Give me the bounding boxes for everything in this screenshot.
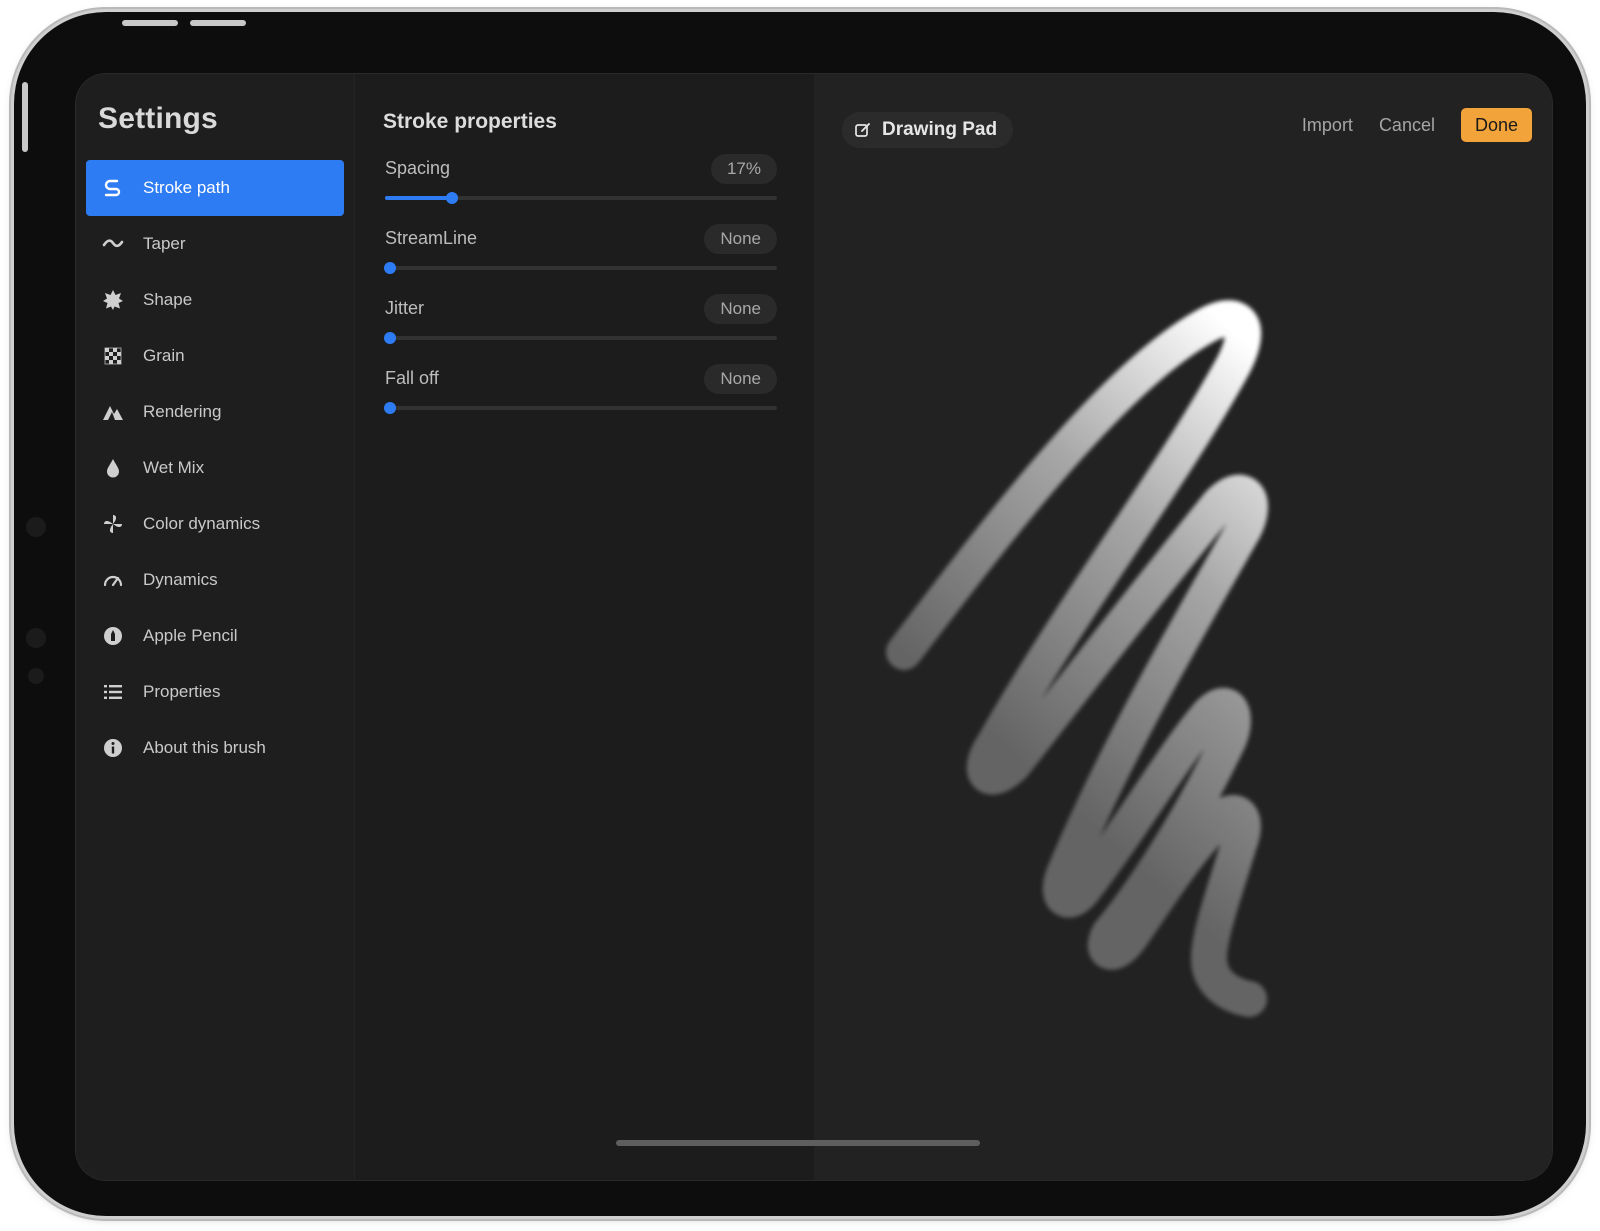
slider-thumb[interactable] xyxy=(445,192,458,204)
nav-item-label: Shape xyxy=(143,290,193,309)
nav-item-rendering[interactable]: Rendering xyxy=(86,384,344,440)
slider-label: Spacing xyxy=(385,158,451,178)
settings-nav: Stroke path Taper Shape Grain Rendering … xyxy=(86,160,344,776)
slider-value[interactable]: None xyxy=(704,364,777,394)
slider-label: StreamLine xyxy=(385,228,478,248)
brush-stroke-path xyxy=(886,300,1268,1017)
taper-icon xyxy=(102,233,124,255)
drawing-pad-title: Drawing Pad xyxy=(882,119,998,140)
home-indicator[interactable] xyxy=(616,1140,980,1146)
shape-icon xyxy=(102,289,124,311)
nav-item-label: Wet Mix xyxy=(143,458,205,477)
nav-item-apple-pencil[interactable]: Apple Pencil xyxy=(86,608,344,664)
nav-item-label: Taper xyxy=(143,234,186,253)
slider-thumb[interactable] xyxy=(383,262,396,274)
nav-item-color-dynamics[interactable]: Color dynamics xyxy=(86,496,344,552)
rendering-icon xyxy=(102,401,124,423)
brush-stroke-preview xyxy=(886,300,1268,1017)
nav-item-stroke-path[interactable]: Stroke path xyxy=(86,160,344,216)
slider-value[interactable]: 17% xyxy=(710,154,777,184)
stroke-properties-title: Stroke properties xyxy=(383,110,557,133)
bezel-sensor xyxy=(28,668,44,684)
nav-item-properties[interactable]: Properties xyxy=(86,664,344,720)
apple-pencil-icon xyxy=(102,625,124,647)
slider-label: Jitter xyxy=(385,298,425,318)
nav-item-wet-mix[interactable]: Wet Mix xyxy=(86,440,344,496)
slider-value[interactable]: None xyxy=(704,294,777,324)
nav-item-label: Apple Pencil xyxy=(143,626,238,645)
volume-button xyxy=(122,20,178,26)
slider-track[interactable] xyxy=(383,262,777,274)
nav-item-label: Rendering xyxy=(143,402,222,421)
properties-icon xyxy=(102,681,124,703)
grain-icon xyxy=(102,345,124,367)
slider-value[interactable]: None xyxy=(704,224,777,254)
cancel-button[interactable]: Cancel xyxy=(1379,115,1435,136)
nav-item-label: Properties xyxy=(143,682,221,701)
nav-item-taper[interactable]: Taper xyxy=(86,216,344,272)
done-button[interactable]: Done xyxy=(1460,108,1532,142)
info-icon xyxy=(102,737,124,759)
slider-thumb[interactable] xyxy=(383,332,396,344)
stroke-path-icon xyxy=(102,177,124,199)
nav-item-label: About this brush xyxy=(143,738,266,757)
slider-track[interactable] xyxy=(383,402,777,414)
ipad-frame: Settings Stroke path Taper Shape Grain R… xyxy=(14,12,1586,1216)
slider-fill xyxy=(385,196,452,200)
bezel-sensor xyxy=(26,517,46,537)
edit-icon xyxy=(854,121,872,139)
nav-item-label: Grain xyxy=(143,346,185,365)
app-screen: Settings Stroke path Taper Shape Grain R… xyxy=(76,74,1552,1180)
slider-streamline: StreamLine None xyxy=(383,224,777,286)
slider-track[interactable] xyxy=(383,332,777,344)
nav-item-label: Stroke path xyxy=(143,178,230,197)
settings-title: Settings xyxy=(98,102,218,135)
drawing-pad-button[interactable]: Drawing Pad xyxy=(842,112,1014,148)
nav-item-grain[interactable]: Grain xyxy=(86,328,344,384)
drawing-pad[interactable]: Drawing Pad Import Cancel Done xyxy=(814,74,1552,1180)
nav-item-about-this-brush[interactable]: About this brush xyxy=(86,720,344,776)
wet-mix-icon xyxy=(102,457,124,479)
color-dynamics-icon xyxy=(102,513,124,535)
drawing-pad-actions: Import Cancel Done xyxy=(1276,108,1532,142)
power-button xyxy=(22,82,28,152)
dynamics-icon xyxy=(102,569,124,591)
slider-fall-off: Fall off None xyxy=(383,364,777,426)
nav-item-dynamics[interactable]: Dynamics xyxy=(86,552,344,608)
settings-sidebar: Settings Stroke path Taper Shape Grain R… xyxy=(76,74,354,1180)
stroke-properties-panel: Stroke properties Spacing 17% StreamLine… xyxy=(354,74,815,1180)
nav-item-label: Dynamics xyxy=(143,570,218,589)
bezel-sensor xyxy=(26,628,46,648)
slider-thumb[interactable] xyxy=(383,402,396,414)
slider-label: Fall off xyxy=(385,368,439,388)
import-button[interactable]: Import xyxy=(1302,115,1353,136)
nav-item-label: Color dynamics xyxy=(143,514,261,533)
slider-jitter: Jitter None xyxy=(383,294,777,356)
nav-item-shape[interactable]: Shape xyxy=(86,272,344,328)
slider-spacing: Spacing 17% xyxy=(385,154,777,216)
volume-button xyxy=(190,20,246,26)
slider-track[interactable] xyxy=(385,192,777,204)
